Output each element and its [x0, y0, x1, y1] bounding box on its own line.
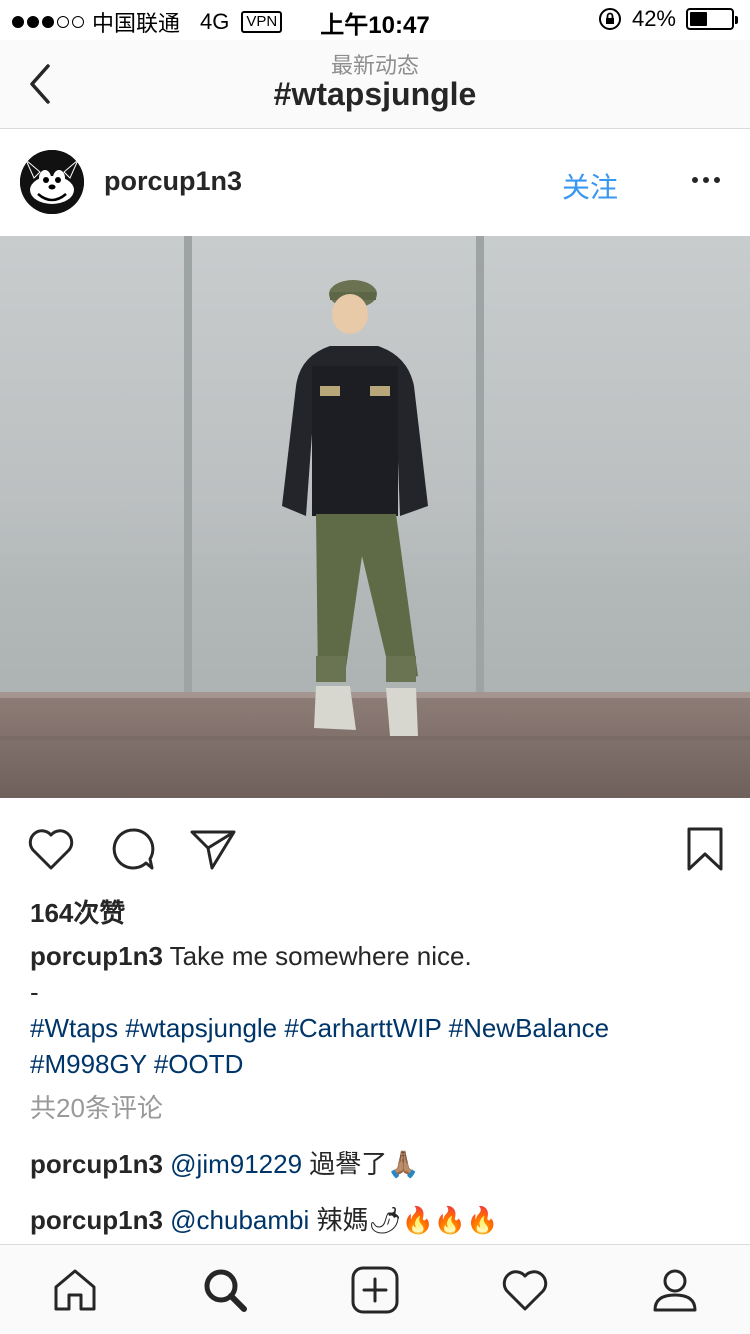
comment-text: 辣媽🌶🔥🔥🔥 [309, 1205, 499, 1235]
bookmark-icon[interactable] [680, 824, 730, 874]
caption-separator: - [30, 977, 39, 1007]
comment-mention[interactable]: @chubambi [170, 1205, 309, 1235]
post-photo[interactable] [0, 236, 750, 798]
like-heart-icon[interactable] [26, 824, 76, 874]
comment-username[interactable]: porcup1n3 [30, 1149, 163, 1179]
avatar[interactable] [20, 150, 84, 214]
likes-count[interactable]: 164次赞 [30, 893, 125, 930]
profile-icon[interactable] [650, 1265, 700, 1315]
add-post-icon[interactable] [350, 1265, 400, 1315]
more-options-icon[interactable] [690, 170, 722, 190]
home-icon[interactable] [50, 1265, 100, 1315]
search-icon[interactable] [200, 1265, 250, 1315]
post-actions [0, 818, 750, 878]
page-title: #wtapsjungle [273, 76, 477, 112]
battery-percent: 42% [631, 6, 676, 31]
status-bar: 中国联通 4G VPN 上午10:47 42% [0, 0, 750, 40]
rotation-lock-icon [598, 8, 621, 30]
post-caption: porcup1n3 Take me somewhere nice. - #Wta… [30, 938, 720, 1082]
comment-item: porcup1n3 @chubambi 辣媽🌶🔥🔥🔥 [30, 1200, 499, 1237]
comment-text: 過譽了🙏🏽 [302, 1149, 420, 1179]
caption-text: Take me somewhere nice. [162, 941, 472, 971]
status-right: 42% [598, 6, 738, 32]
comment-username[interactable]: porcup1n3 [30, 1205, 163, 1235]
caption-username[interactable]: porcup1n3 [30, 941, 163, 971]
navigation-bar: 最新动态 #wtapsjungle [0, 40, 750, 129]
caption-hashtags-line2[interactable]: #M998GY #OOTD [30, 1046, 720, 1082]
post-header: porcup1n3 关注 [0, 130, 750, 236]
follow-button[interactable]: 关注 [562, 166, 618, 206]
activity-heart-icon[interactable] [500, 1265, 550, 1315]
comment-bubble-icon[interactable] [108, 824, 158, 874]
comment-item: porcup1n3 @jim91229 過譽了🙏🏽 [30, 1144, 420, 1181]
share-send-icon[interactable] [188, 824, 238, 874]
post-username[interactable]: porcup1n3 [104, 166, 242, 197]
view-all-comments-link[interactable]: 共20条评论 [30, 1088, 163, 1125]
post-photo-image [0, 236, 750, 798]
bottom-tab-bar [0, 1244, 750, 1334]
cat-face-icon [20, 150, 84, 214]
comment-mention[interactable]: @jim91229 [170, 1149, 302, 1179]
caption-hashtags-line1[interactable]: #Wtaps #wtapsjungle #CarharttWIP #NewBal… [30, 1010, 720, 1046]
battery-icon [686, 8, 738, 30]
